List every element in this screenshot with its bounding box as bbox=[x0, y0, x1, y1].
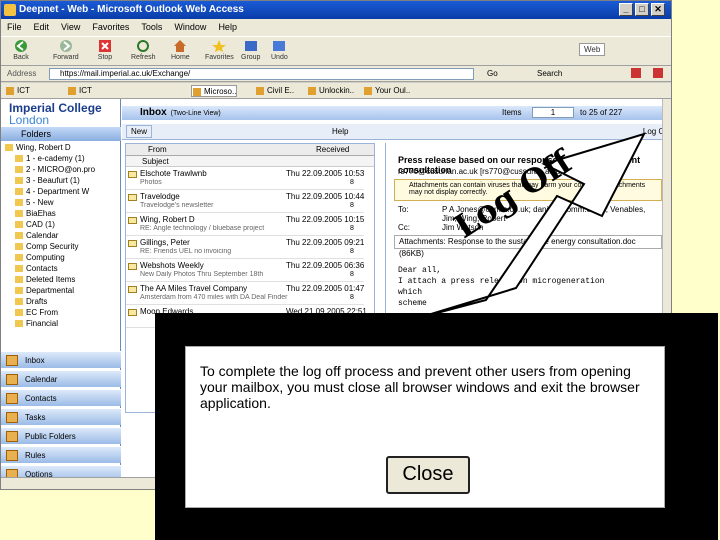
log-off-message: To complete the log off process and prev… bbox=[200, 363, 640, 411]
close-button[interactable]: Close bbox=[386, 456, 470, 494]
log-off-dialog: To complete the log off process and prev… bbox=[185, 346, 665, 508]
